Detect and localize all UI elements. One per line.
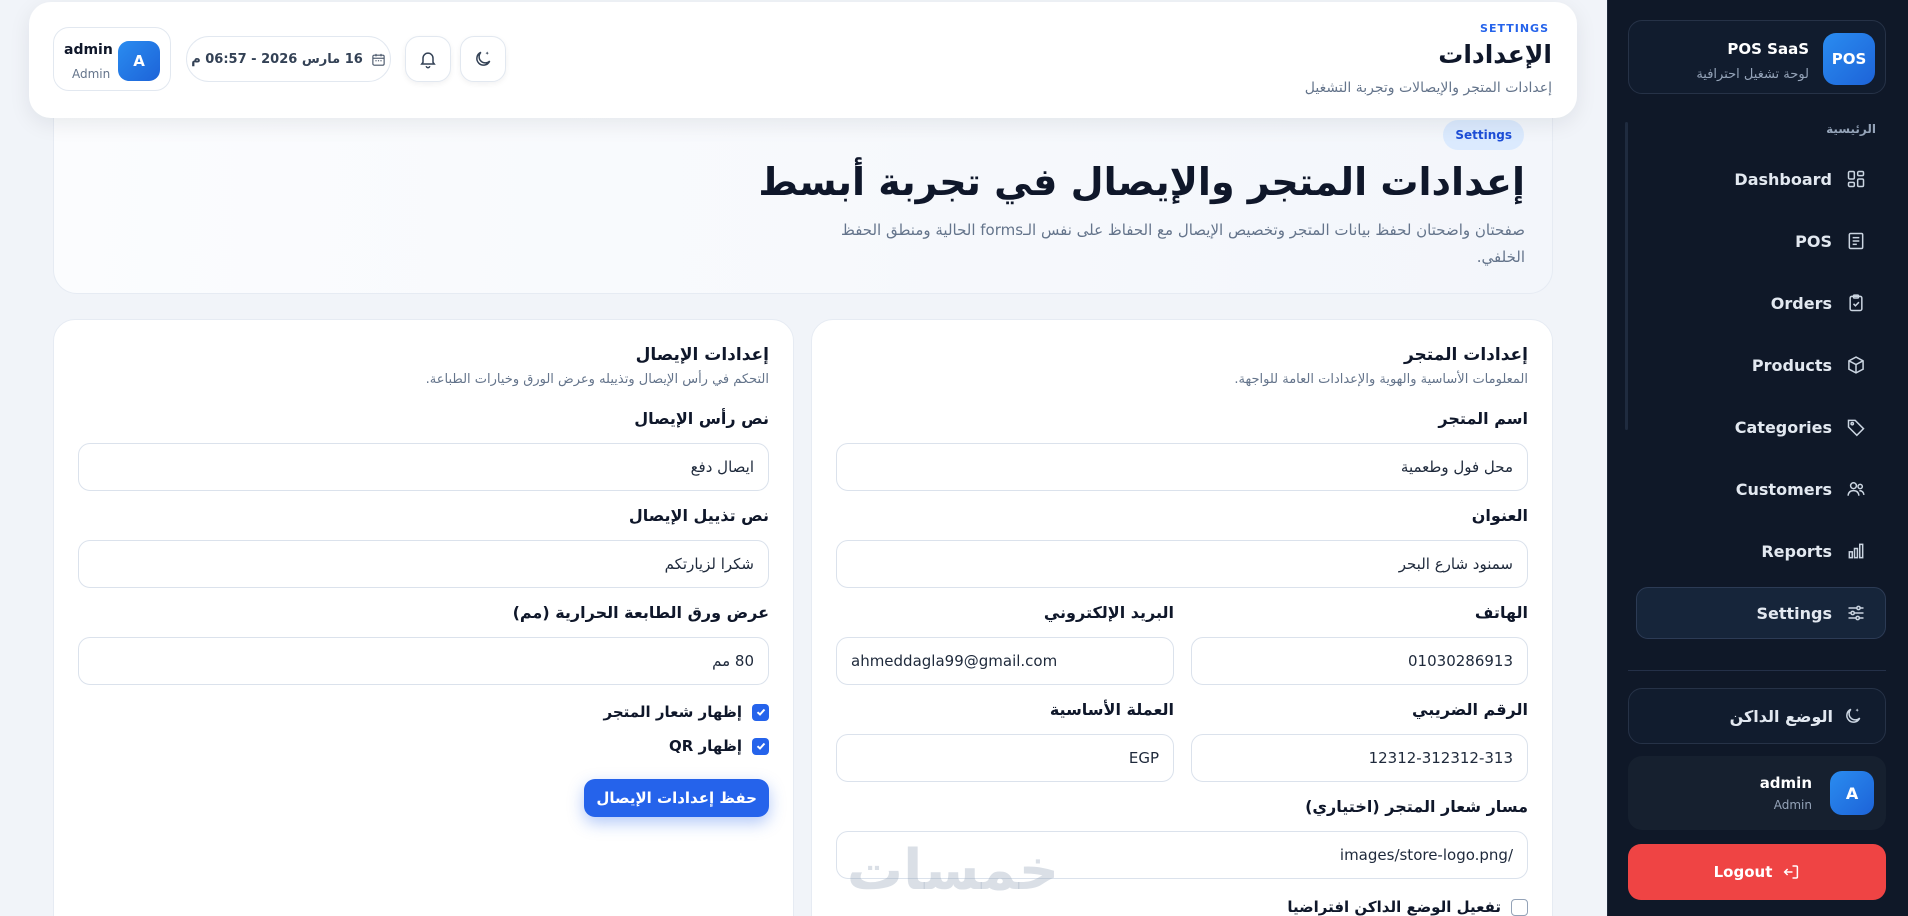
receipt-settings-title: إعدادات الإيصال [635,345,769,365]
show-qr-checkbox-row[interactable]: إظهار QR [669,737,769,755]
store-settings-description: المعلومات الأساسية والهوية والإعدادات ال… [1234,372,1528,387]
brand-logo: POS [1823,33,1875,85]
sidebar-divider [1628,670,1886,671]
sidebar-item-settings[interactable]: Settings [1636,587,1886,639]
store-settings-card: إعدادات المتجر المعلومات الأساسية والهوي… [811,319,1553,916]
hero-banner: Settings إعدادات المتجر والإيصال في تجرب… [53,104,1553,294]
sidebar-item-label: Reports [1761,541,1832,561]
sidebar-item-label: Settings [1756,603,1832,623]
show-qr-label: إظهار QR [669,737,742,755]
dashboard-icon [1847,170,1865,188]
save-receipt-settings-button[interactable]: حفظ إعدادات الإيصال [584,779,769,817]
hero-description: صفحتان واضحتان لحفظ بيانات المتجر وتخصيص… [840,221,1525,266]
show-qr-checkbox[interactable] [752,737,769,755]
notifications-button[interactable] [405,36,451,82]
email-input[interactable] [836,637,1174,685]
sidebar-item-products[interactable]: Products [1628,339,1878,391]
users-icon [1847,482,1865,496]
sidebar-item-label: Products [1751,355,1832,375]
logo-path-label: مسار شعار المتجر (اختياري) [1305,797,1528,816]
user-role: Admin [72,67,111,81]
page-title: الإعدادات [1438,40,1552,69]
receipt-footer-label: نص تذييل الإيصال [628,506,769,525]
show-logo-checkbox-row[interactable]: إظهار شعار المتجر [604,703,769,721]
show-logo-checkbox[interactable] [752,703,769,721]
sidebar-item-reports[interactable]: Reports [1628,525,1878,577]
dark-default-checkbox-row[interactable]: تفعيل الوضع الداكن افتراضيا [1287,898,1528,916]
currency-label: العملة الأساسية [1049,700,1174,719]
bell-icon [420,52,436,69]
date-time-pill: 16 مارس 2026 - 06:57 م [186,36,391,82]
receipt-header-label: نص رأس الإيصال [634,409,769,428]
bar-chart-icon [1848,543,1864,559]
store-settings-title: إعدادات المتجر [1403,345,1528,365]
phone-input[interactable] [1191,637,1528,685]
box-icon [1848,356,1864,374]
user-name: admin [64,42,113,58]
hero-title: إعدادات المتجر والإيصال في تجربة أبسط [758,160,1525,204]
tax-number-input[interactable] [1191,734,1528,782]
check-icon [756,742,765,750]
calendar-icon [372,53,385,66]
clipboard-check-icon [1849,294,1863,312]
address-input[interactable] [836,540,1528,588]
sidebar-user-card[interactable]: A admin Admin [1628,756,1886,830]
receipt-icon [1848,232,1864,250]
logout-icon [1783,865,1799,879]
user-role: Admin [1773,798,1812,812]
page-eyebrow: SETTINGS [1480,22,1549,35]
sidebar-item-customers[interactable]: Customers [1628,463,1878,515]
avatar: A [118,41,160,81]
logout-button[interactable]: Logout [1628,844,1886,900]
currency-input[interactable] [836,734,1174,782]
avatar: A [1830,771,1874,815]
user-name: admin [1759,774,1812,792]
page-header: SETTINGS الإعدادات إعدادات المتجر والإيص… [29,2,1577,118]
page-subtitle: إعدادات المتجر والإيصالات وتجربة التشغيل [1304,80,1552,96]
sidebar-item-dashboard[interactable]: Dashboard [1628,153,1878,205]
receipt-footer-input[interactable] [78,540,769,588]
tax-number-label: الرقم الضريبي [1412,700,1528,719]
dark-mode-toggle[interactable]: الوضع الداكن [1628,688,1886,744]
sidebar-item-label: POS [1795,231,1832,251]
moon-icon [1846,708,1861,723]
brand-subtitle: لوحة تشغيل احترافية [1696,67,1809,82]
sidebar-item-orders[interactable]: Orders [1628,277,1878,329]
header-user-card[interactable]: A admin Admin [53,27,171,91]
store-name-label: اسم المتجر [1438,409,1528,428]
store-name-input[interactable] [836,443,1528,491]
paper-width-label: عرض ورق الطابعة الحرارية (مم) [512,603,769,622]
phone-label: الهاتف [1474,603,1528,622]
address-label: العنوان [1471,506,1528,525]
dark-default-checkbox[interactable] [1511,898,1528,916]
sidebar-item-label: Dashboard [1734,169,1832,189]
nav-section-label: الرئيسية [1826,122,1876,136]
email-label: البريد الإلكتروني [1043,603,1174,622]
logout-label: Logout [1713,863,1773,881]
sidebar-item-label: Orders [1770,293,1832,313]
date-time-text: 16 مارس 2026 - 06:57 م [191,51,363,67]
sliders-icon [1848,605,1864,621]
sidebar-item-pos[interactable]: POS [1628,215,1878,267]
show-logo-label: إظهار شعار المتجر [603,703,742,721]
sidebar-item-categories[interactable]: Categories [1628,401,1878,453]
logo-path-input[interactable] [836,831,1528,879]
sidebar-item-label: Categories [1734,417,1832,437]
check-icon [756,708,765,716]
paper-width-input[interactable] [78,637,769,685]
dark-mode-label: الوضع الداكن [1729,706,1833,726]
theme-toggle-button[interactable] [460,36,506,82]
brand-card[interactable]: POS POS SaaS لوحة تشغيل احترافية [1628,20,1886,94]
hero-badge: Settings [1443,120,1524,150]
receipt-settings-card: إعدادات الإيصال التحكم في رأس الإيصال وت… [53,319,794,916]
receipt-header-input[interactable] [78,443,769,491]
sidebar: POS POS SaaS لوحة تشغيل احترافية الرئيسي… [1607,0,1908,916]
brand-title: POS SaaS [1727,40,1809,58]
tag-icon [1847,419,1865,437]
moon-icon [476,51,491,66]
dark-default-label: تفعيل الوضع الداكن افتراضيا [1287,898,1501,916]
receipt-settings-description: التحكم في رأس الإيصال وتذييله وعرض الورق… [425,372,769,387]
sidebar-item-label: Customers [1735,479,1832,499]
